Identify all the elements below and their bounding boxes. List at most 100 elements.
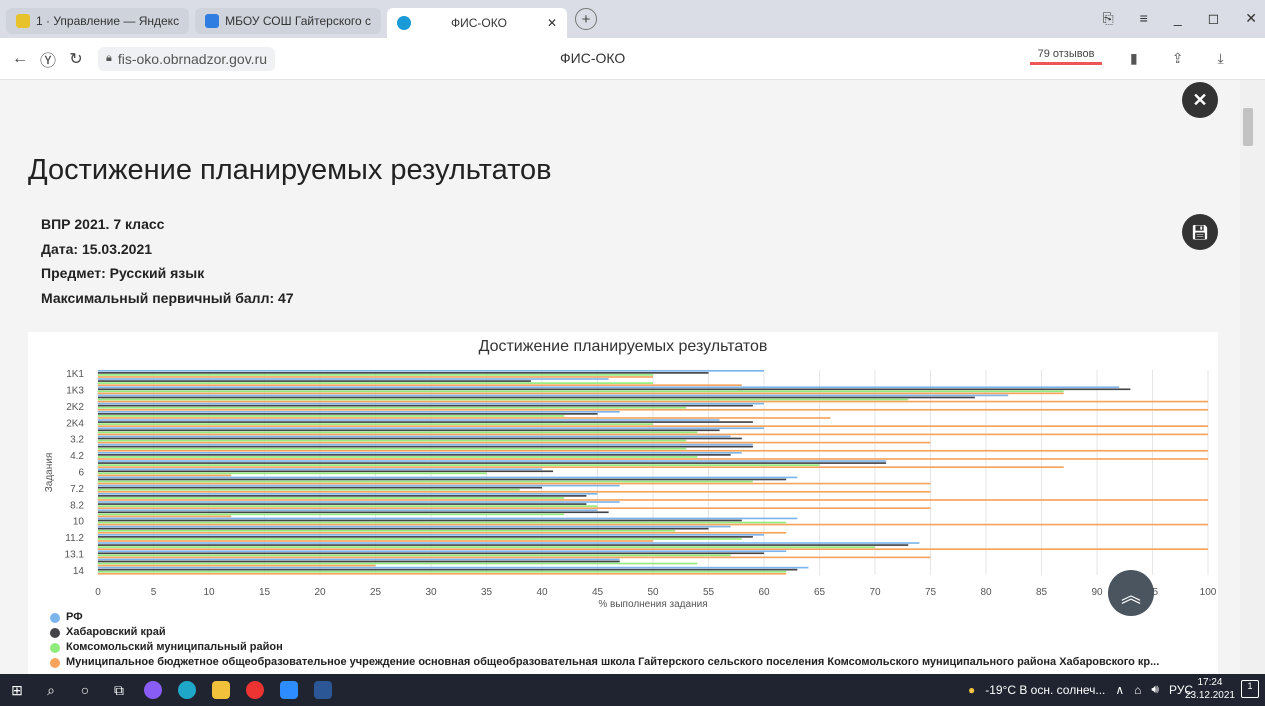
search-icon[interactable]: ⌕	[34, 674, 68, 706]
page-scrollbar[interactable]	[1240, 80, 1265, 674]
save-button[interactable]: 💾︎	[1182, 214, 1218, 250]
scrollbar-thumb[interactable]	[1243, 108, 1253, 146]
url-field[interactable]: 🔒︎ fis-oko.obrnadzor.gov.ru	[98, 46, 276, 71]
bar	[98, 417, 831, 419]
bar	[98, 390, 1064, 393]
bar	[98, 460, 887, 462]
bar	[98, 499, 1208, 501]
bar	[98, 529, 676, 532]
file-explorer-icon[interactable]	[204, 674, 238, 706]
bar	[98, 501, 620, 503]
bar	[98, 408, 1208, 411]
bar	[98, 372, 709, 374]
bar	[98, 402, 764, 405]
legend-item-region[interactable]: Хабаровский край	[50, 625, 1159, 640]
reload-icon[interactable]: ↻	[62, 49, 90, 69]
zoom-icon[interactable]	[272, 674, 306, 706]
url-text: fis-oko.obrnadzor.gov.ru	[117, 50, 268, 67]
close-button[interactable]: ✕	[1182, 82, 1218, 118]
y-axis-label: Задания	[44, 453, 55, 493]
scroll-to-top-button[interactable]: ︽	[1108, 570, 1154, 616]
bar	[98, 556, 931, 559]
bar	[98, 486, 542, 489]
bar	[98, 517, 798, 520]
bar	[98, 560, 620, 563]
x-tick-label: 80	[980, 587, 992, 598]
bar	[98, 443, 753, 446]
y-tick-label: 6	[78, 468, 84, 479]
bar	[98, 570, 787, 573]
start-icon[interactable]: ⊞	[0, 674, 34, 706]
clock[interactable]: 17:24 23.12.2021	[1185, 676, 1235, 702]
tab-yandex-mail[interactable]: 1 · Управление — Яндекс	[6, 8, 190, 34]
minimize-button[interactable]: _	[1174, 10, 1182, 27]
bar	[98, 515, 232, 518]
bar	[98, 370, 764, 372]
y-tick-label: 3.2	[70, 435, 84, 446]
bar	[98, 425, 1208, 427]
y-tick-label: 11.2	[65, 533, 84, 544]
page-content: ✕ Достижение планируемых результатов ВПР…	[0, 80, 1240, 674]
mail-icon	[16, 14, 30, 28]
reviews-badge[interactable]: 79 отзывов	[1030, 48, 1102, 65]
bar	[98, 413, 598, 415]
close-window-button[interactable]: ✕	[1245, 10, 1257, 27]
legend-item-rf[interactable]: РФ	[50, 610, 1159, 625]
window-controls: ⎘ ≡ _ ◻ ✕	[1102, 10, 1257, 27]
x-tick-label: 35	[481, 587, 493, 598]
cortana-icon[interactable]: ○	[68, 674, 102, 706]
network-icon[interactable]: ⌂	[1134, 683, 1141, 697]
bookmark-icon[interactable]: ▮	[1130, 50, 1138, 67]
x-tick-label: 100	[1200, 587, 1217, 598]
bar	[98, 380, 531, 382]
download-icon[interactable]: ⤓	[1217, 50, 1223, 67]
word-icon[interactable]	[306, 674, 340, 706]
edge-icon[interactable]	[170, 674, 204, 706]
legend-item-school[interactable]: Муниципальное бюджетное общеобразователь…	[50, 655, 1159, 670]
x-tick-label: 25	[370, 587, 382, 598]
bar	[98, 382, 653, 384]
share-icon[interactable]: ⇪	[1172, 50, 1184, 67]
bar	[98, 474, 232, 477]
yandex-browser-icon[interactable]	[238, 674, 272, 706]
bar	[98, 544, 909, 546]
alice-icon[interactable]	[136, 674, 170, 706]
back-icon[interactable]: ←	[6, 50, 34, 68]
y-tick-label: 2K4	[66, 418, 84, 429]
volume-icon[interactable]: 🔊︎	[1151, 682, 1159, 697]
tab-fis-oko[interactable]: ФИС-ОКО ✕	[387, 8, 567, 38]
legend-dot	[50, 657, 60, 668]
tab-school[interactable]: МБОУ СОШ Гайтерского с	[195, 8, 381, 34]
bar	[98, 552, 764, 555]
maximize-button[interactable]: ◻	[1208, 10, 1220, 27]
notification-icon[interactable]: 1	[1241, 680, 1259, 698]
tray-chevron-icon[interactable]: ∧	[1115, 683, 1124, 697]
menu-icon[interactable]: ≡	[1140, 10, 1148, 27]
tab-title: 1 · Управление — Яндекс	[36, 14, 180, 28]
bar	[98, 507, 931, 509]
close-tab-icon[interactable]: ✕	[547, 16, 557, 30]
legend-dot	[50, 627, 60, 638]
task-view-icon[interactable]: ⧉	[102, 674, 136, 706]
legend-dot	[50, 612, 60, 623]
system-tray: ● -19°C В осн. солнеч... ∧ ⌂ 🔊︎ РУС	[968, 682, 1193, 697]
bar	[98, 458, 1208, 460]
yandex-icon[interactable]: Ⓨ	[34, 47, 62, 71]
report-meta: ВПР 2021. 7 класс Дата: 15.03.2021 Предм…	[41, 212, 294, 310]
new-tab-button[interactable]: +	[575, 8, 597, 30]
windows-taskbar: ⊞ ⌕ ○ ⧉ ● -19°C В осн. солнеч... ∧ ⌂ 🔊︎ …	[0, 674, 1265, 706]
bar	[98, 548, 1208, 550]
bar	[98, 466, 1064, 468]
bar	[98, 476, 798, 479]
legend-item-district[interactable]: Комсомольский муниципальный район	[50, 640, 1159, 655]
collections-icon[interactable]: ⎘	[1102, 10, 1113, 27]
bar	[98, 472, 487, 475]
bar	[98, 538, 742, 540]
weather-text[interactable]: -19°C В осн. солнеч...	[985, 683, 1105, 697]
bar	[98, 431, 698, 434]
bar	[98, 511, 609, 514]
bar	[98, 482, 931, 485]
x-tick-label: 75	[925, 587, 937, 598]
x-tick-label: 55	[703, 587, 715, 598]
x-tick-label: 65	[814, 587, 826, 598]
